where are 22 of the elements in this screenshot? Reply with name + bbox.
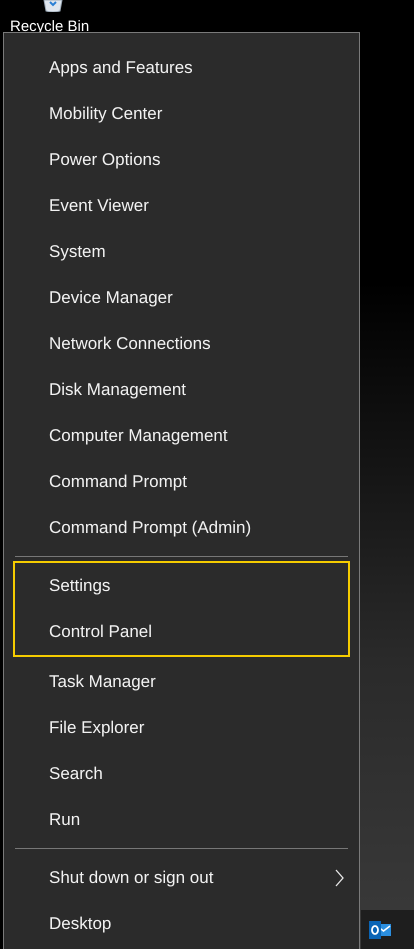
menu-item[interactable]: Command Prompt <box>49 471 187 493</box>
recycle-bin-icon[interactable] <box>41 0 65 12</box>
menu-item[interactable]: Run <box>49 809 80 831</box>
menu-item[interactable]: Task Manager <box>49 671 156 693</box>
menu-item[interactable]: Shut down or sign out <box>49 867 214 889</box>
menu-item[interactable]: System <box>49 241 106 263</box>
menu-item[interactable]: Network Connections <box>49 333 211 355</box>
menu-item[interactable]: Apps and Features <box>49 57 193 79</box>
menu-item[interactable]: Computer Management <box>49 425 228 447</box>
menu-item[interactable]: Power Options <box>49 149 160 171</box>
menu-item[interactable]: Desktop <box>49 913 112 935</box>
menu-item[interactable]: Control Panel <box>49 621 152 643</box>
menu-item[interactable]: Device Manager <box>49 287 173 309</box>
menu-item[interactable]: Event Viewer <box>49 195 149 217</box>
menu-item[interactable]: Mobility Center <box>49 103 162 125</box>
menu-item[interactable]: File Explorer <box>49 717 144 739</box>
menu-item[interactable]: Disk Management <box>49 379 186 401</box>
menu-item[interactable]: Settings <box>49 575 110 597</box>
desktop-icon-label[interactable]: Recycle Bin <box>10 18 90 36</box>
mail-app-icon[interactable] <box>369 921 391 939</box>
menu-item[interactable]: Search <box>49 763 103 785</box>
menu-item[interactable]: Command Prompt (Admin) <box>49 517 252 539</box>
